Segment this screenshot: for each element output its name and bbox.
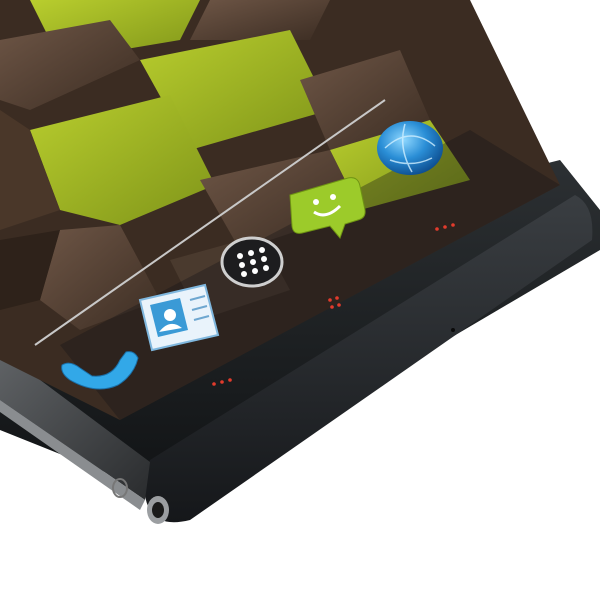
globe-icon[interactable]: [377, 121, 443, 175]
app-drawer-icon[interactable]: [220, 236, 284, 288]
phone-illustration: [0, 0, 600, 524]
product-photo: [0, 0, 600, 600]
microphone-hole: [451, 328, 455, 332]
